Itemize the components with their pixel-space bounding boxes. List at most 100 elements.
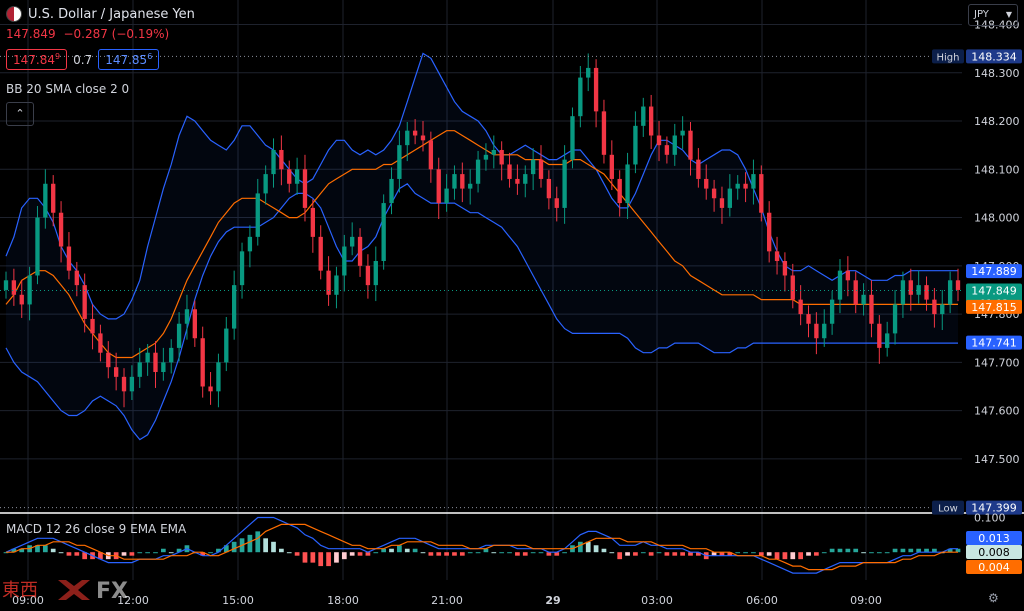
currency-selector[interactable]: JPY ▼ xyxy=(968,4,1018,26)
candle-body xyxy=(940,304,945,315)
macd-histogram-bar xyxy=(231,541,237,553)
candle-body xyxy=(790,275,795,300)
candle-body xyxy=(405,130,410,146)
macd-histogram-bar xyxy=(58,552,64,554)
candle-body xyxy=(208,386,213,392)
candle-body xyxy=(357,236,363,266)
candle-body xyxy=(389,178,394,204)
macd-histogram-bar xyxy=(428,552,434,556)
candle-body xyxy=(35,217,40,276)
sell-button[interactable]: 147.849 xyxy=(6,49,68,70)
candle-body xyxy=(129,376,135,392)
candle-body xyxy=(342,246,347,276)
x-tick-label: 15:00 xyxy=(222,594,254,607)
macd-histogram-bar xyxy=(656,552,662,554)
macd-histogram-bar xyxy=(538,552,544,554)
candle-body xyxy=(546,178,552,199)
chevron-up-icon[interactable]: ⌃ xyxy=(6,102,34,126)
macd-histogram-bar xyxy=(640,552,646,554)
y-tick-label: 147.700 xyxy=(974,356,1020,369)
macd-indicator-label[interactable]: MACD 12 26 close 9 EMA EMA xyxy=(6,522,186,536)
macd-value-text: 0.013 xyxy=(978,532,1010,545)
candle-body xyxy=(648,106,654,136)
macd-histogram-bar xyxy=(145,552,150,554)
candle-body xyxy=(255,193,260,237)
symbol-title: U.S. Dollar / Japanese Yen xyxy=(28,6,195,22)
candle-body xyxy=(782,261,788,276)
macd-histogram-bar xyxy=(286,552,292,554)
candle-body xyxy=(609,154,614,179)
candle-body xyxy=(711,188,717,199)
candle-body xyxy=(586,67,591,78)
candle-body xyxy=(113,367,119,377)
candle-body xyxy=(625,164,630,204)
candle-body xyxy=(869,294,874,324)
candle-body xyxy=(3,280,9,290)
macd-histogram-bar xyxy=(806,552,811,556)
candle-body xyxy=(554,198,559,208)
macd-histogram-bar xyxy=(625,552,630,556)
candle-body xyxy=(523,174,528,184)
candle-body xyxy=(460,174,465,189)
x-tick-label: 03:00 xyxy=(641,594,673,607)
buy-button[interactable]: 147.856 xyxy=(98,49,160,70)
candle-body xyxy=(412,130,418,136)
candle-body xyxy=(216,362,221,392)
macd-histogram-bar xyxy=(735,552,741,554)
candle-body xyxy=(743,183,748,189)
macd-histogram-bar xyxy=(609,552,615,554)
macd-histogram-bar xyxy=(664,552,670,556)
macd-histogram-bar xyxy=(900,548,906,553)
macd-histogram-bar xyxy=(271,541,276,553)
candle-body xyxy=(727,188,732,208)
quote-line: 147.849 −0.287 (−0.19%) xyxy=(6,27,169,41)
macd-histogram-bar xyxy=(515,552,520,556)
extreme-tag-text: High xyxy=(937,52,960,63)
candle-body xyxy=(294,169,300,184)
candle-body xyxy=(452,174,457,189)
candle-body xyxy=(924,285,929,300)
candle-body xyxy=(570,116,575,160)
candle-body xyxy=(176,323,182,348)
macd-histogram-bar xyxy=(821,552,827,554)
candle-body xyxy=(19,294,24,305)
watermark-brand-cn: 東西 xyxy=(2,580,38,601)
macd-histogram-bar xyxy=(357,552,363,556)
bb-indicator-label[interactable]: BB 20 SMA close 2 0 xyxy=(6,82,129,96)
bid-ask-bar: 147.849 0.7 147.856 xyxy=(6,49,160,70)
candle-body xyxy=(145,352,150,363)
x-tick-label: 21:00 xyxy=(431,594,463,607)
candle-body xyxy=(507,164,512,179)
candle-body xyxy=(853,280,858,305)
macd-histogram-bar xyxy=(876,552,882,554)
macd-histogram-bar xyxy=(853,548,859,553)
price-label-text: 147.815 xyxy=(971,301,1017,314)
y-tick-label: 147.500 xyxy=(974,453,1020,466)
candle-body xyxy=(829,299,835,324)
candle-body xyxy=(900,280,906,305)
x-tick-label: 29 xyxy=(545,594,560,607)
candle-body xyxy=(617,178,622,204)
chart-canvas[interactable]: 148.400148.300148.200148.100148.000147.9… xyxy=(0,0,1024,611)
macd-histogram-bar xyxy=(137,552,143,554)
macd-histogram-bar xyxy=(845,548,851,553)
y-tick-label: 148.200 xyxy=(974,115,1020,128)
candle-body xyxy=(759,174,764,213)
macd-histogram-bar xyxy=(491,552,497,554)
gear-icon[interactable]: ⚙ xyxy=(988,591,999,605)
macd-histogram-bar xyxy=(861,552,866,554)
macd-histogram-bar xyxy=(121,552,127,556)
y-tick-label: 148.300 xyxy=(974,67,1020,80)
macd-histogram-bar xyxy=(798,552,804,560)
candle-body xyxy=(106,352,111,368)
candle-body xyxy=(397,145,402,179)
macd-histogram-bar xyxy=(751,552,756,554)
macd-histogram-bar xyxy=(279,548,284,553)
macd-histogram-bar xyxy=(397,545,402,553)
macd-histogram-bar xyxy=(436,552,442,556)
candle-body xyxy=(468,183,473,189)
watermark-brand-fx: FX xyxy=(96,579,128,604)
macd-histogram-bar xyxy=(326,552,331,567)
macd-histogram-bar xyxy=(829,548,835,553)
candle-body xyxy=(892,304,898,334)
